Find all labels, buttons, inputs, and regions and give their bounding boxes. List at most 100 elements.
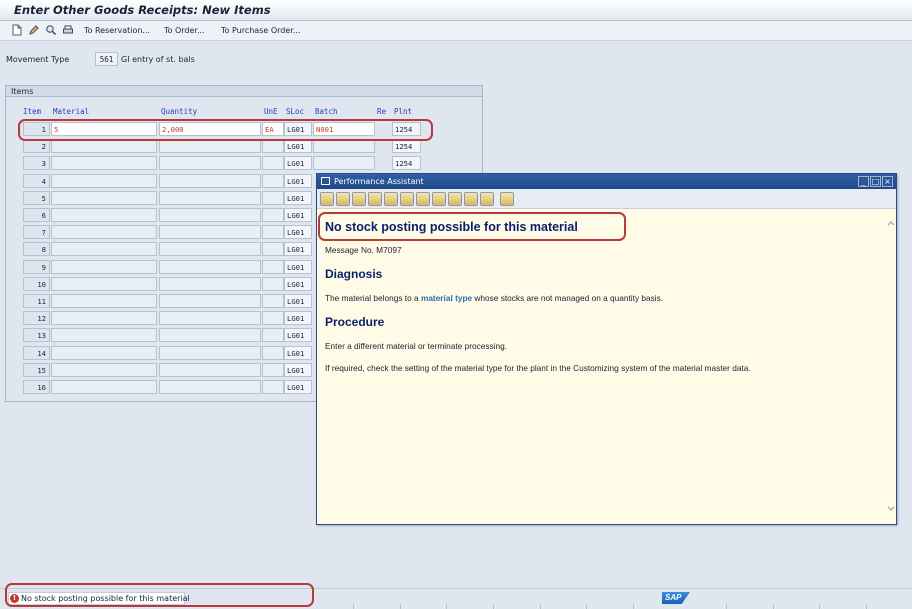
note-icon[interactable] <box>448 192 462 206</box>
cell-sloc[interactable]: LG01 <box>284 346 312 360</box>
cell-item[interactable]: 3 <box>23 156 50 170</box>
cell-material[interactable] <box>51 242 157 256</box>
cell-quantity[interactable] <box>159 260 261 274</box>
cell-material[interactable] <box>51 346 157 360</box>
home-icon[interactable] <box>352 192 366 206</box>
cell-item[interactable]: 15 <box>23 363 50 377</box>
cell-item[interactable]: 13 <box>23 328 50 342</box>
close-icon[interactable]: × <box>882 176 893 187</box>
col-header-sloc[interactable]: SLoc <box>286 107 304 116</box>
edit-icon[interactable] <box>384 192 398 206</box>
to-reservation-button[interactable]: To Reservation... <box>84 26 150 35</box>
maximize-icon[interactable]: □ <box>870 176 881 187</box>
cell-une[interactable] <box>262 208 284 222</box>
cell-material[interactable] <box>51 260 157 274</box>
to-purchase-order-button[interactable]: To Purchase Order... <box>221 26 300 35</box>
back-icon[interactable] <box>320 192 334 206</box>
cell-item[interactable]: 11 <box>23 294 50 308</box>
cell-une[interactable] <box>262 294 284 308</box>
cell-material[interactable] <box>51 363 157 377</box>
cell-une[interactable] <box>262 242 284 256</box>
cell-item[interactable]: 5 <box>23 191 50 205</box>
col-header-quantity[interactable]: Quantity <box>161 107 197 116</box>
cell-material[interactable] <box>51 174 157 188</box>
cell-sloc[interactable]: LG01 <box>284 311 312 325</box>
cell-plnt[interactable]: 1254 <box>392 139 421 153</box>
cell-une[interactable] <box>262 346 284 360</box>
pa-scrollbar[interactable] <box>886 210 896 524</box>
exit-icon[interactable] <box>500 192 514 206</box>
cell-une[interactable] <box>262 328 284 342</box>
cell-item[interactable]: 8 <box>23 242 50 256</box>
cell-sloc[interactable]: LG01 <box>284 242 312 256</box>
cell-une[interactable] <box>262 156 284 170</box>
cell-quantity[interactable] <box>159 346 261 360</box>
info-icon[interactable] <box>464 192 478 206</box>
pa-title-bar[interactable]: Performance Assistant _ □ × <box>317 174 896 189</box>
find-icon[interactable] <box>45 24 57 36</box>
col-header-plnt[interactable]: Plnt <box>394 107 412 116</box>
cell-sloc[interactable]: LG01 <box>284 380 312 394</box>
cell-material[interactable] <box>51 225 157 239</box>
cell-material[interactable] <box>51 311 157 325</box>
cell-quantity[interactable] <box>159 363 261 377</box>
cell-une[interactable] <box>262 380 284 394</box>
cell-material[interactable] <box>51 156 157 170</box>
key-icon[interactable] <box>400 192 414 206</box>
cell-une[interactable] <box>262 277 284 291</box>
cell-sloc[interactable]: LG01 <box>284 363 312 377</box>
cell-material[interactable] <box>51 277 157 291</box>
forward-icon[interactable] <box>336 192 350 206</box>
to-order-button[interactable]: To Order... <box>164 26 205 35</box>
cell-item[interactable]: 14 <box>23 346 50 360</box>
cell-item[interactable]: 4 <box>23 174 50 188</box>
cell-sloc[interactable]: LG01 <box>284 328 312 342</box>
cell-quantity[interactable] <box>159 380 261 394</box>
cell-quantity[interactable] <box>159 225 261 239</box>
cell-item[interactable]: 10 <box>23 277 50 291</box>
cell-item[interactable]: 16 <box>23 380 50 394</box>
cell-material[interactable] <box>51 191 157 205</box>
link-icon[interactable] <box>368 192 382 206</box>
cell-batch[interactable] <box>313 156 375 170</box>
col-header-re[interactable]: Re <box>377 107 386 116</box>
cell-sloc[interactable]: LG01 <box>284 277 312 291</box>
cell-item[interactable]: 2 <box>23 139 50 153</box>
movement-type-field[interactable]: 561 <box>95 52 118 66</box>
cell-une[interactable] <box>262 174 284 188</box>
cell-une[interactable] <box>262 225 284 239</box>
cell-item[interactable]: 9 <box>23 260 50 274</box>
material-type-link[interactable]: material type <box>421 293 472 303</box>
cell-sloc[interactable]: LG01 <box>284 225 312 239</box>
cell-quantity[interactable] <box>159 174 261 188</box>
cell-quantity[interactable] <box>159 311 261 325</box>
cell-material[interactable] <box>51 328 157 342</box>
settings-icon[interactable] <box>416 192 430 206</box>
cell-sloc[interactable]: LG01 <box>284 174 312 188</box>
col-header-material[interactable]: Material <box>53 107 89 116</box>
cell-material[interactable] <box>51 294 157 308</box>
print-icon[interactable] <box>480 192 494 206</box>
cell-quantity[interactable] <box>159 139 261 153</box>
scroll-up-icon[interactable] <box>887 220 895 226</box>
col-header-batch[interactable]: Batch <box>315 107 338 116</box>
cell-une[interactable] <box>262 260 284 274</box>
cell-sloc[interactable]: LG01 <box>284 294 312 308</box>
cell-une[interactable] <box>262 311 284 325</box>
cell-une[interactable] <box>262 363 284 377</box>
new-document-icon[interactable] <box>11 24 23 36</box>
print-icon[interactable] <box>62 24 74 36</box>
cell-quantity[interactable] <box>159 191 261 205</box>
cell-sloc[interactable]: LG01 <box>284 191 312 205</box>
cell-sloc[interactable]: LG01 <box>284 208 312 222</box>
cell-quantity[interactable] <box>159 328 261 342</box>
cell-une[interactable] <box>262 139 284 153</box>
book-icon[interactable] <box>432 192 446 206</box>
cell-item[interactable]: 6 <box>23 208 50 222</box>
cell-quantity[interactable] <box>159 277 261 291</box>
cell-quantity[interactable] <box>159 156 261 170</box>
cell-sloc[interactable]: LG01 <box>284 156 312 170</box>
cell-item[interactable]: 7 <box>23 225 50 239</box>
col-header-une[interactable]: UnE <box>264 107 278 116</box>
cell-sloc[interactable]: LG01 <box>284 139 312 153</box>
